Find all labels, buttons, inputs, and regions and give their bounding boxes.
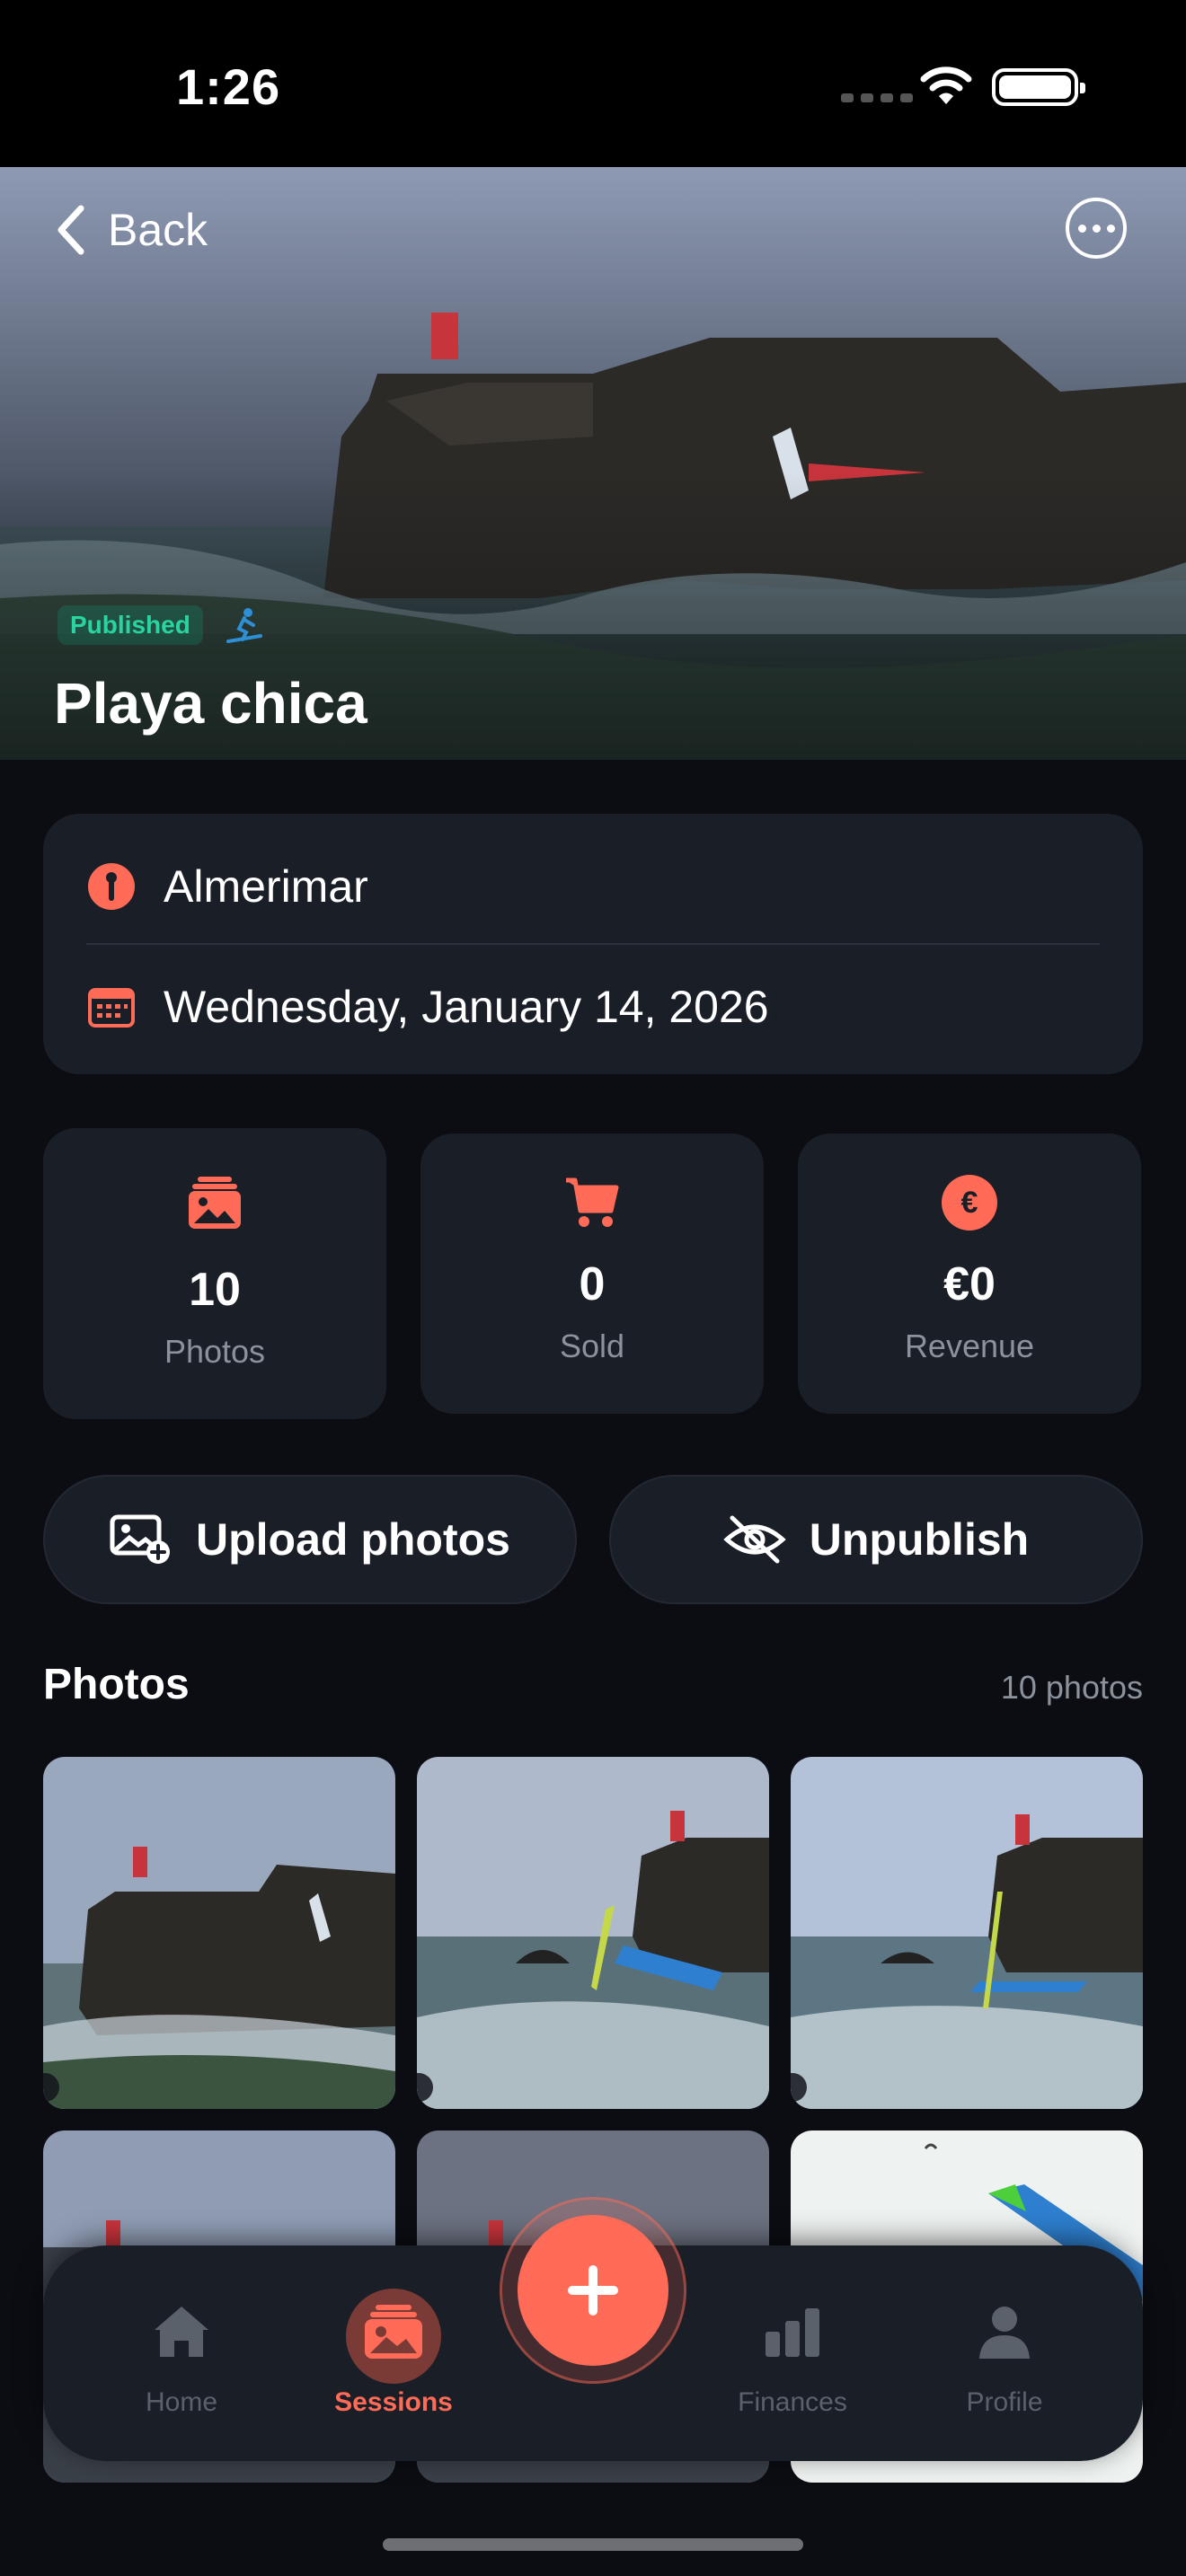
photos-icon xyxy=(189,1177,241,1229)
unpublish-label: Unpublish xyxy=(809,1514,1030,1565)
unpublish-button[interactable]: Unpublish xyxy=(609,1475,1143,1604)
back-label: Back xyxy=(108,205,208,255)
euro-icon: € xyxy=(942,1175,997,1231)
more-icon xyxy=(1077,224,1086,233)
stat-photos-card: 10 Photos xyxy=(43,1128,386,1419)
session-title: Playa chica xyxy=(54,671,367,736)
location-pin-icon xyxy=(88,863,135,910)
more-options-button[interactable] xyxy=(1066,198,1127,259)
session-info-card: Almerimar Wednesday, January 14, 2026 xyxy=(43,814,1143,1074)
photo-thumbnail[interactable] xyxy=(791,1757,1143,2109)
location-row: Almerimar xyxy=(88,860,368,913)
tab-profile[interactable]: Profile xyxy=(915,2299,1094,2418)
add-photo-icon xyxy=(110,1514,171,1564)
calendar-icon xyxy=(88,988,135,1028)
home-indicator[interactable] xyxy=(383,2538,803,2551)
tab-finances[interactable]: Finances xyxy=(703,2299,882,2418)
cart-icon xyxy=(566,1178,619,1227)
person-icon xyxy=(979,2307,1030,2359)
stat-sold-card: 0 Sold xyxy=(420,1134,764,1414)
home-icon xyxy=(155,2307,208,2357)
session-hero: Back Published Playa chica xyxy=(0,167,1186,760)
location-text: Almerimar xyxy=(164,861,368,912)
wifi-icon xyxy=(920,66,972,104)
tab-profile-label: Profile xyxy=(966,2387,1043,2417)
tab-home[interactable]: Home xyxy=(92,2299,271,2418)
stat-sold-label: Sold xyxy=(559,1328,625,1364)
windsurf-icon xyxy=(226,608,262,643)
stat-revenue-card: € €0 Revenue xyxy=(798,1134,1141,1414)
upload-photos-button[interactable]: Upload photos xyxy=(43,1475,577,1604)
eye-slash-icon xyxy=(723,1515,786,1564)
stat-revenue-label: Revenue xyxy=(904,1328,1035,1364)
photos-section-title: Photos xyxy=(43,1661,190,1708)
date-row: Wednesday, January 14, 2026 xyxy=(88,981,769,1033)
upload-photos-label: Upload photos xyxy=(196,1514,510,1565)
divider xyxy=(86,943,1100,945)
add-session-button[interactable] xyxy=(518,2215,668,2366)
tab-sessions[interactable]: Sessions xyxy=(304,2289,483,2418)
battery-icon xyxy=(992,68,1085,106)
tab-home-label: Home xyxy=(145,2387,218,2417)
stat-photos-label: Photos xyxy=(164,1333,266,1370)
back-button[interactable]: Back xyxy=(54,203,208,257)
bar-chart-icon xyxy=(766,2308,819,2357)
sessions-icon xyxy=(365,2305,422,2359)
photo-thumbnail[interactable] xyxy=(417,1757,769,2109)
status-badge: Published xyxy=(58,605,203,645)
stat-revenue-value: €0 xyxy=(943,1258,996,1310)
signal-icon xyxy=(841,93,913,102)
tab-sessions-label: Sessions xyxy=(334,2387,453,2417)
status-time: 1:26 xyxy=(176,58,281,115)
tab-finances-label: Finances xyxy=(738,2387,847,2417)
stat-sold-value: 0 xyxy=(579,1258,606,1310)
chevron-left-icon xyxy=(58,205,84,255)
badge-row: Published xyxy=(58,605,264,645)
status-bar: 1:26 xyxy=(0,0,1186,167)
photo-thumbnail[interactable] xyxy=(43,1757,395,2109)
date-text: Wednesday, January 14, 2026 xyxy=(164,982,769,1032)
bottom-area xyxy=(0,2484,1186,2576)
photos-count: 10 photos xyxy=(1000,1669,1143,1706)
stat-photos-value: 10 xyxy=(189,1264,241,1316)
